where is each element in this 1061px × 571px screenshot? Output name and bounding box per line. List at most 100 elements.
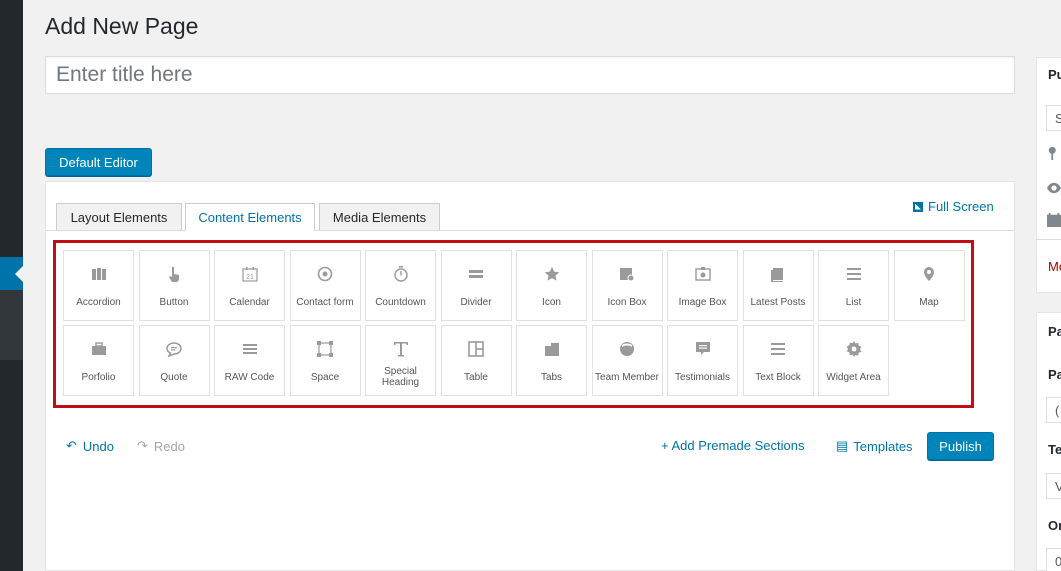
undo-button[interactable]: ↶ Undo — [66, 438, 114, 454]
element-tile-label: Icon — [542, 296, 561, 308]
order-input[interactable]: 0 — [1046, 548, 1061, 571]
star-icon — [544, 251, 560, 289]
full-screen-link[interactable]: Full Screen — [913, 199, 994, 214]
order-label: Or — [1048, 518, 1061, 533]
element-tile-label: Special Heading — [381, 366, 420, 388]
tab-media-elements[interactable]: Media Elements — [319, 203, 440, 231]
element-tile-image-box[interactable]: Image Box — [667, 250, 738, 321]
svg-text:21: 21 — [246, 274, 254, 281]
templates-button[interactable]: ▤ Templates — [836, 438, 913, 454]
admin-menu-active-item[interactable] — [0, 257, 23, 290]
title-input[interactable] — [45, 56, 1015, 94]
space-square-icon — [317, 326, 333, 364]
accordion-icon — [91, 251, 107, 289]
element-tile-label: Countdown — [375, 296, 426, 308]
calendar-icon: 21 — [241, 251, 258, 289]
lines-icon — [242, 326, 258, 364]
template-label: Te — [1048, 442, 1061, 457]
element-tile-table[interactable]: Table — [440, 325, 512, 396]
pointer-hand-icon — [166, 251, 182, 289]
template-select[interactable]: V — [1046, 473, 1061, 499]
element-tile-contact-form[interactable]: Contact form — [289, 250, 361, 321]
pin-icon — [1047, 146, 1061, 160]
element-tile-list[interactable]: List — [818, 250, 889, 321]
tab-content-elements[interactable]: Content Elements — [185, 203, 315, 231]
element-tile-label: Testimonials — [674, 371, 731, 383]
element-tile-space[interactable]: Space — [289, 325, 361, 396]
publish-metabox-divider — [1036, 239, 1061, 240]
element-tile-label: Accordion — [76, 296, 121, 308]
element-tile-label: Divider — [460, 296, 492, 308]
icon-box-icon — [619, 251, 635, 289]
calendar-icon — [1047, 213, 1061, 227]
element-tile-icon[interactable]: Icon — [516, 250, 587, 321]
element-tile-testimonials[interactable]: Testimonials — [667, 325, 738, 396]
element-tile-label: Table — [464, 371, 488, 383]
move-to-trash-link[interactable]: Mo — [1048, 259, 1061, 274]
element-tile-label: Quote — [160, 371, 188, 383]
eye-icon — [1047, 181, 1061, 195]
page-title: Add New Page — [45, 13, 199, 39]
templates-label: Templates — [853, 438, 913, 454]
fullscreen-icon — [913, 201, 923, 212]
text-t-icon — [393, 326, 409, 364]
parent-select[interactable]: ( — [1046, 397, 1061, 423]
element-tile-map[interactable]: Map — [893, 250, 965, 321]
element-tile-calendar[interactable]: 21 Calendar — [214, 250, 285, 321]
element-tile-label: Widget Area — [826, 371, 881, 383]
publish-metabox — [1036, 57, 1061, 293]
undo-icon: ↶ — [66, 438, 77, 453]
briefcase-icon — [91, 326, 107, 364]
element-tile-quote[interactable]: Quote — [138, 325, 210, 396]
page-attributes-heading: Pa — [1048, 324, 1061, 339]
speech-bubble-icon — [166, 326, 182, 364]
posts-icon — [770, 251, 786, 289]
element-tile-divider[interactable]: Divider — [440, 250, 512, 321]
element-tile-text-block[interactable]: Text Block — [742, 325, 814, 396]
element-tile-label: Space — [310, 371, 340, 383]
testimonial-icon — [695, 326, 711, 364]
parent-label: Pa — [1048, 367, 1061, 382]
redo-button[interactable]: ↷ Redo — [137, 438, 185, 454]
publish-metabox-heading: Pu — [1048, 67, 1061, 82]
tab-layout-elements[interactable]: Layout Elements — [56, 203, 182, 231]
element-tile-label: Tabs — [540, 371, 563, 383]
element-tile-label: Calendar — [229, 296, 270, 308]
stopwatch-icon — [393, 251, 409, 289]
element-tile-button[interactable]: Button — [138, 250, 210, 321]
element-tile-special-heading[interactable]: Special Heading — [365, 325, 436, 396]
admin-sidebar — [0, 0, 23, 571]
element-tile-countdown[interactable]: Countdown — [365, 250, 436, 321]
element-tile-raw-code[interactable]: RAW Code — [214, 325, 285, 396]
element-tile-accordion[interactable]: Accordion — [63, 250, 134, 321]
element-tile-label: List — [845, 296, 862, 308]
element-tile-label: RAW Code — [224, 371, 275, 383]
templates-icon: ▤ — [836, 438, 849, 453]
element-tile-widget-area[interactable]: Widget Area — [818, 325, 889, 396]
admin-submenu[interactable] — [0, 290, 23, 360]
save-draft-button[interactable]: S — [1046, 105, 1061, 131]
add-premade-sections-button[interactable]: + Add Premade Sections — [661, 438, 804, 453]
element-tile-label: Latest Posts — [750, 296, 806, 308]
element-tile-latest-posts[interactable]: Latest Posts — [742, 250, 814, 321]
element-tile-icon-box[interactable]: Icon Box — [591, 250, 663, 321]
element-tile-tabs[interactable]: Tabs — [516, 325, 587, 396]
element-tile-label: Team Member — [595, 371, 659, 383]
publish-button[interactable]: Publish — [927, 432, 994, 460]
text-lines-icon — [770, 326, 786, 364]
default-editor-button[interactable]: Default Editor — [45, 148, 152, 176]
content-elements-highlight: Accordion Button 21 Calendar Contact form Cou… — [53, 240, 974, 408]
content-elements-grid: Accordion Button 21 Calendar Contact form Cou… — [63, 250, 965, 396]
element-tile-label: Contact form — [296, 296, 354, 308]
redo-icon: ↷ — [137, 438, 148, 453]
element-tile-label: Text Block — [755, 371, 801, 383]
at-sign-icon — [317, 251, 333, 289]
element-tile-label: Button — [159, 296, 189, 308]
element-tile-team-member[interactable]: Team Member — [591, 325, 663, 396]
full-screen-label: Full Screen — [928, 199, 994, 214]
element-tile-label: Icon Box — [607, 296, 647, 308]
divider-icon — [468, 251, 484, 289]
element-tile-label: Porfolio — [81, 371, 116, 383]
element-tile-porfolio[interactable]: Porfolio — [63, 325, 134, 396]
page-builder-panel: Layout Elements Content Elements Media E… — [45, 181, 1015, 571]
